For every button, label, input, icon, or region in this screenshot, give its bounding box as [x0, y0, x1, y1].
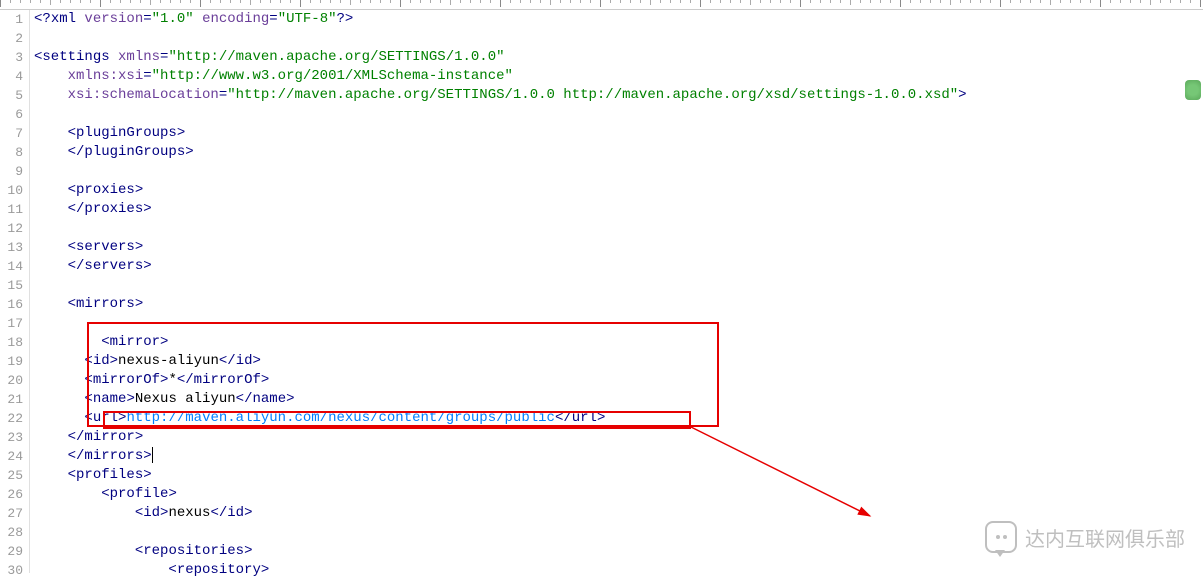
line-number: 18: [0, 333, 29, 352]
code-line[interactable]: <?xml version="1.0" encoding="UTF-8"?>: [34, 10, 1203, 29]
code-line[interactable]: xmlns:xsi="http://www.w3.org/2001/XMLSch…: [34, 67, 1203, 86]
code-line[interactable]: <mirror>: [34, 333, 1203, 352]
line-number: 23: [0, 428, 29, 447]
line-number: 13: [0, 238, 29, 257]
line-number: 5: [0, 86, 29, 105]
line-number: 3: [0, 48, 29, 67]
line-number: 9: [0, 162, 29, 181]
line-number: 22: [0, 409, 29, 428]
code-line[interactable]: <id>nexus</id>: [34, 504, 1203, 523]
line-number: 28: [0, 523, 29, 542]
line-number: 7: [0, 124, 29, 143]
line-number: 12: [0, 219, 29, 238]
line-number: 15: [0, 276, 29, 295]
code-line[interactable]: <settings xmlns="http://maven.apache.org…: [34, 48, 1203, 67]
scroll-marker-icon: [1185, 80, 1201, 100]
line-number: 2: [0, 29, 29, 48]
code-line[interactable]: [34, 105, 1203, 124]
horizontal-ruler: [0, 0, 1203, 10]
code-line[interactable]: </servers>: [34, 257, 1203, 276]
code-editor[interactable]: 1234567891011121314151617181920212223242…: [0, 10, 1203, 573]
code-line[interactable]: <repositories>: [34, 542, 1203, 561]
code-line[interactable]: </pluginGroups>: [34, 143, 1203, 162]
code-line[interactable]: <profiles>: [34, 466, 1203, 485]
code-line[interactable]: [34, 523, 1203, 542]
code-line[interactable]: [34, 29, 1203, 48]
line-number: 27: [0, 504, 29, 523]
line-number: 8: [0, 143, 29, 162]
code-line[interactable]: </proxies>: [34, 200, 1203, 219]
code-line[interactable]: <pluginGroups>: [34, 124, 1203, 143]
code-line[interactable]: <mirrors>: [34, 295, 1203, 314]
code-line[interactable]: <url>http://maven.aliyun.com/nexus/conte…: [34, 409, 1203, 428]
code-line[interactable]: xsi:schemaLocation="http://maven.apache.…: [34, 86, 1203, 105]
line-number: 1: [0, 10, 29, 29]
code-line[interactable]: <id>nexus-aliyun</id>: [34, 352, 1203, 371]
line-number: 29: [0, 542, 29, 561]
line-number: 16: [0, 295, 29, 314]
line-number: 17: [0, 314, 29, 333]
line-number: 25: [0, 466, 29, 485]
line-number: 20: [0, 371, 29, 390]
code-line[interactable]: </mirrors>: [34, 447, 1203, 466]
code-line[interactable]: <proxies>: [34, 181, 1203, 200]
code-line[interactable]: [34, 314, 1203, 333]
code-line[interactable]: <profile>: [34, 485, 1203, 504]
line-number: 26: [0, 485, 29, 504]
code-line[interactable]: <name>Nexus aliyun</name>: [34, 390, 1203, 409]
line-number: 24: [0, 447, 29, 466]
line-number: 21: [0, 390, 29, 409]
line-number: 6: [0, 105, 29, 124]
line-number: 30: [0, 561, 29, 580]
code-line[interactable]: <servers>: [34, 238, 1203, 257]
code-line[interactable]: [34, 162, 1203, 181]
code-line[interactable]: <repository>: [34, 561, 1203, 580]
code-line[interactable]: </mirror>: [34, 428, 1203, 447]
line-number: 14: [0, 257, 29, 276]
line-number-gutter: 1234567891011121314151617181920212223242…: [0, 10, 30, 573]
line-number: 10: [0, 181, 29, 200]
line-number: 4: [0, 67, 29, 86]
code-line[interactable]: [34, 219, 1203, 238]
code-area[interactable]: <?xml version="1.0" encoding="UTF-8"?> <s…: [30, 10, 1203, 573]
code-line[interactable]: [34, 276, 1203, 295]
line-number: 19: [0, 352, 29, 371]
code-line[interactable]: <mirrorOf>*</mirrorOf>: [34, 371, 1203, 390]
line-number: 11: [0, 200, 29, 219]
text-caret: [152, 447, 153, 463]
